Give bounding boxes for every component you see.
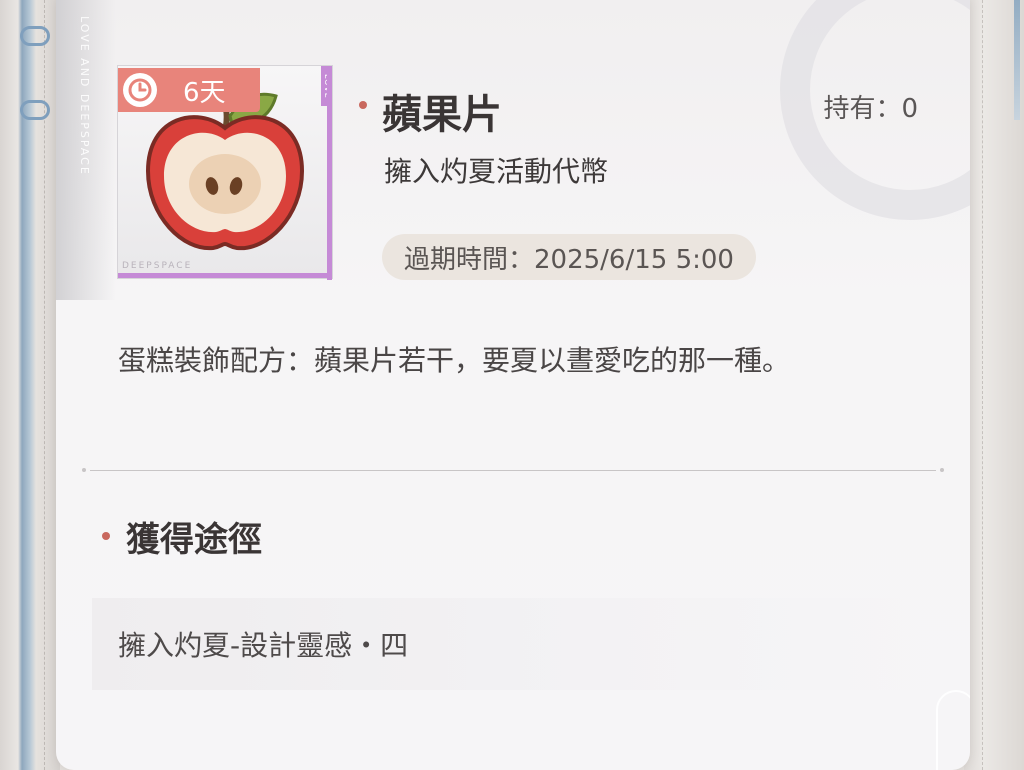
stitch-line <box>982 0 983 770</box>
expiry-text: 過期時間：2025/6/15 5:00 <box>404 244 734 275</box>
brand-watermark: DEEPSPACE <box>122 261 193 271</box>
bookmark-ribbon <box>1014 0 1020 120</box>
item-name: 蘋果片 <box>382 91 502 138</box>
item-icon-frame[interactable]: 6天 LOVE DEEPSPACE <box>117 65 333 280</box>
bullet-dot <box>359 101 367 109</box>
bullet-dot <box>102 532 110 540</box>
clock-icon <box>123 73 157 107</box>
acquisition-source-item[interactable]: 擁入灼夏-設計靈感・四 <box>92 598 932 690</box>
binder-ring-icon <box>20 100 50 120</box>
notebook-right-edge <box>964 0 1024 770</box>
section-divider <box>82 468 944 472</box>
rarity-bar <box>327 66 332 280</box>
item-detail-card: LOVE AND DEEPSPACE 6天 LOVE DEEP <box>56 0 970 770</box>
remaining-days: 6天 <box>183 77 226 108</box>
time-limit-badge: 6天 <box>118 68 260 112</box>
acquisition-title: 獲得途徑 <box>126 520 262 560</box>
holding-count: 持有：0 <box>823 94 918 124</box>
item-description: 蛋糕裝飾配方：蘋果片若干，要夏以晝愛吃的那一種。 <box>118 344 791 377</box>
decorative-corner <box>936 690 970 770</box>
brand-vertical-text: LOVE AND DEEPSPACE <box>78 16 91 176</box>
acquisition-source-label: 擁入灼夏-設計靈感・四 <box>118 629 409 662</box>
item-type: 擁入灼夏活動代幣 <box>384 155 609 188</box>
expiry-pill: 過期時間：2025/6/15 5:00 <box>382 234 756 280</box>
binder-ring-icon <box>20 26 50 46</box>
rarity-bar <box>118 273 332 278</box>
